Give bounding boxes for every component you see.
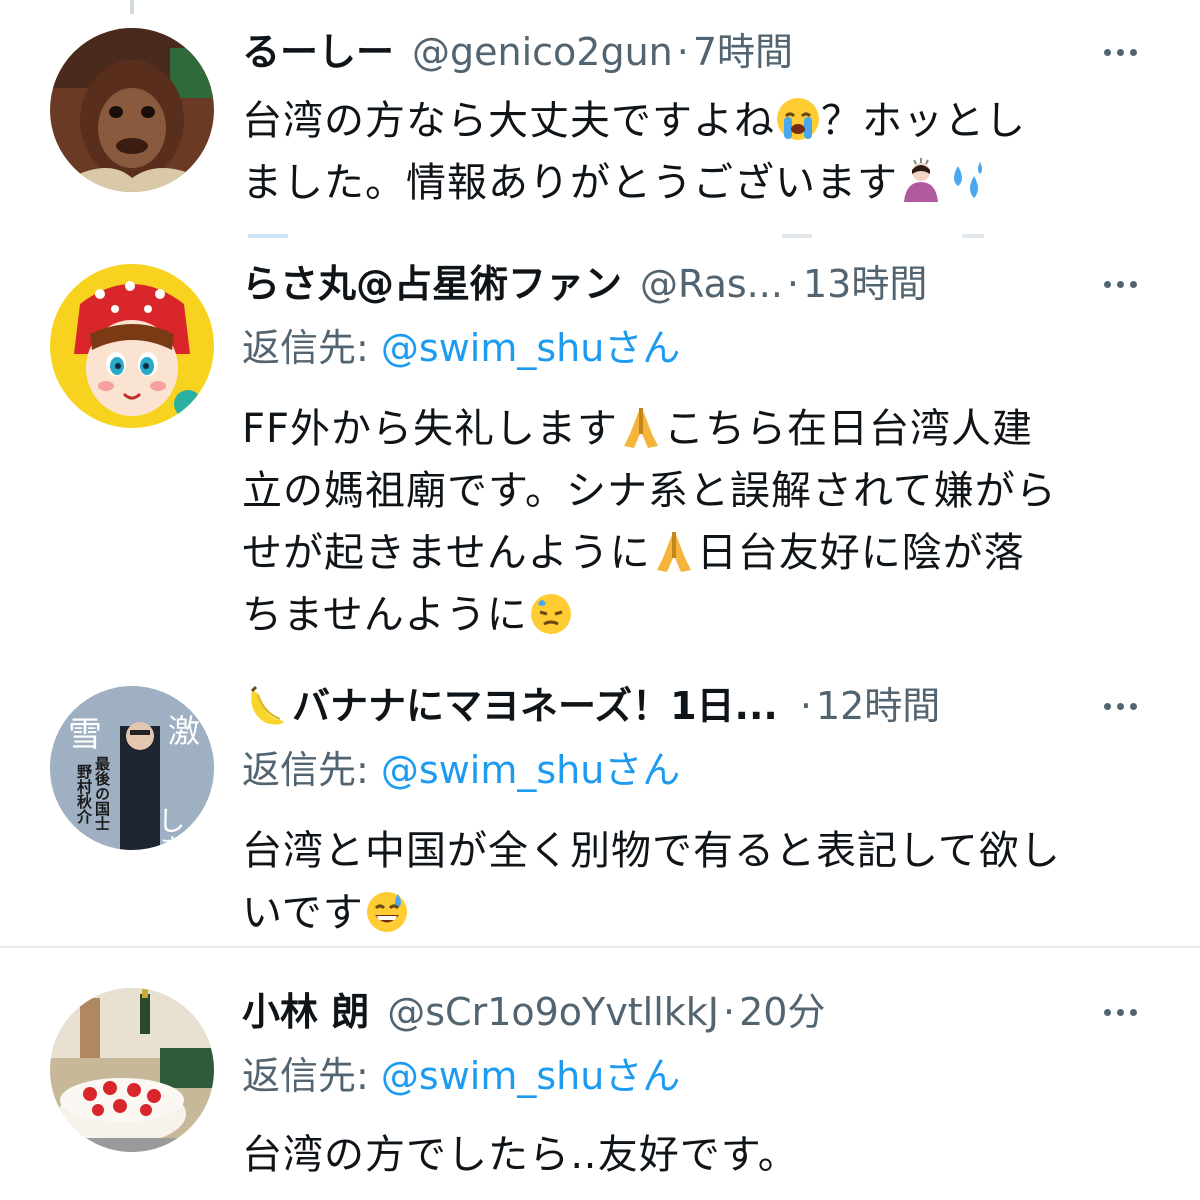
- separator-dot: ·: [722, 990, 736, 1034]
- tweet-text-line: せが起きませんように: [242, 530, 651, 576]
- tweet-text-line: 台湾の方でしたら‥友好です。: [242, 1132, 799, 1178]
- separator-dot: ·: [676, 30, 689, 74]
- tweet-3[interactable]: 雪 激 しき 最後の国士 野村秋介 バナナにマヨネーズ！1日... · 12時間…: [0, 660, 1200, 946]
- tweet-text-line: ました。情報ありがとうございます: [242, 160, 898, 206]
- timestamp[interactable]: 7時間: [693, 24, 793, 80]
- avatar[interactable]: [50, 988, 214, 1152]
- person-bowing-icon: [904, 158, 938, 202]
- more-options-icon[interactable]: [1092, 984, 1148, 1040]
- separator-dot: ·: [799, 684, 812, 728]
- reply-prefix: 返信先:: [242, 1054, 381, 1098]
- folded-hands-icon: [656, 532, 691, 572]
- avatar-text: 激: [168, 712, 200, 750]
- user-handle[interactable]: @genico2gun: [412, 24, 673, 80]
- display-name[interactable]: らさ丸@占星術ファン: [242, 256, 622, 312]
- loudly-crying-face-icon: [777, 98, 819, 140]
- more-options-icon[interactable]: [1092, 256, 1148, 312]
- tweet-text-line: こちら在日台湾人建: [664, 406, 1034, 452]
- sweat-droplets-icon: [954, 162, 982, 198]
- separator-dot: ·: [786, 262, 799, 306]
- tweet-4[interactable]: 小林 朗 @sCr1o9oYvtllkkJ · 20分 返信先: @swim_s…: [0, 948, 1200, 1200]
- tweet-text: 台湾の方でしたら‥友好です。: [242, 1124, 1142, 1186]
- more-options-icon[interactable]: [1092, 24, 1148, 80]
- avatar[interactable]: [50, 28, 214, 192]
- reply-mention-link[interactable]: @swim_shuさん: [381, 1054, 680, 1098]
- display-name[interactable]: バナナにマヨネーズ！1日...: [292, 678, 778, 734]
- cake-avatar-image: [50, 988, 214, 1152]
- timestamp[interactable]: 12時間: [816, 678, 940, 734]
- tweet-text: FF外から失礼します こちら在日台湾人建 立の媽祖廟です。シナ系と誤解されて嫌がら…: [242, 398, 1142, 646]
- reply-context: 返信先: @swim_shuさん: [242, 320, 680, 376]
- orangutan-avatar-image: [50, 28, 214, 192]
- timestamp[interactable]: 13時間: [803, 256, 927, 312]
- timestamp[interactable]: 20分: [739, 984, 825, 1040]
- tweet-text-line: ちませんように: [242, 592, 528, 638]
- tweet-header: るーしー @genico2gun · 7時間: [242, 24, 1140, 80]
- tweet-text-line: ？ホッとし: [821, 98, 1026, 144]
- more-options-icon[interactable]: [1092, 678, 1148, 734]
- display-name[interactable]: るーしー: [242, 24, 394, 80]
- tweet-1[interactable]: るーしー @genico2gun · 7時間 台湾の方なら大丈夫ですよね ？ホッと…: [0, 0, 1200, 240]
- tweet-header: 小林 朗 @sCr1o9oYvtllkkJ · 20分: [242, 984, 1140, 1040]
- avatar-text: 最後の国士: [93, 755, 111, 831]
- reply-mention-link[interactable]: @swim_shuさん: [381, 326, 680, 370]
- avatar-text: 雪: [68, 715, 102, 755]
- avatar[interactable]: [50, 264, 214, 428]
- tweet-text: 台湾の方なら大丈夫ですよね ？ホッとし ました。情報ありがとうございます: [242, 90, 1142, 214]
- downcast-face-with-sweat-icon: [530, 594, 571, 634]
- tweet-2[interactable]: らさ丸@占星術ファン @Ras... · 13時間 返信先: @swim_shu…: [0, 240, 1200, 660]
- reply-feed: るーしー @genico2gun · 7時間 台湾の方なら大丈夫ですよね ？ホッと…: [0, 0, 1200, 1200]
- reply-mention-link[interactable]: @swim_shuさん: [381, 748, 680, 792]
- folded-hands-icon: [624, 408, 659, 448]
- tweet-text-line: 立の媽祖廟です。シナ系と誤解されて嫌がら: [242, 468, 1057, 514]
- tweet-header: バナナにマヨネーズ！1日... · 12時間: [242, 678, 1140, 734]
- reply-prefix: 返信先:: [242, 748, 381, 792]
- tweet-text: 台湾と中国が全く別物で有ると表記して欲し いです: [242, 820, 1142, 944]
- tweet-text-line: 日台友好に陰が落: [696, 530, 1025, 576]
- reply-context: 返信先: @swim_shuさん: [242, 742, 680, 798]
- avatar-text: 野村秋介: [75, 764, 93, 824]
- tweet-text-line: 台湾と中国が全く別物で有ると表記して欲し: [242, 828, 1061, 874]
- cartoon-girl-avatar-image: [50, 264, 214, 428]
- banana-icon: [250, 685, 284, 725]
- reply-prefix: 返信先:: [242, 326, 381, 370]
- user-handle[interactable]: @sCr1o9oYvtllkkJ: [387, 984, 719, 1040]
- tweet-text-line: 台湾の方なら大丈夫ですよね: [242, 98, 775, 144]
- tweet-header: らさ丸@占星術ファン @Ras... · 13時間: [242, 256, 1140, 312]
- reply-context: 返信先: @swim_shuさん: [242, 1048, 680, 1104]
- avatar[interactable]: 雪 激 しき 最後の国士 野村秋介: [50, 686, 214, 850]
- tweet-text-line: FF外から失礼します: [242, 406, 619, 452]
- user-handle[interactable]: @Ras...: [640, 256, 783, 312]
- avatar-text: しき: [154, 806, 187, 850]
- grinning-face-with-sweat-icon: [366, 892, 407, 932]
- tweet-text-line: いです: [242, 890, 364, 936]
- book-cover-avatar-image: 雪 激 しき 最後の国士 野村秋介: [50, 686, 214, 850]
- display-name[interactable]: 小林 朗: [242, 984, 369, 1040]
